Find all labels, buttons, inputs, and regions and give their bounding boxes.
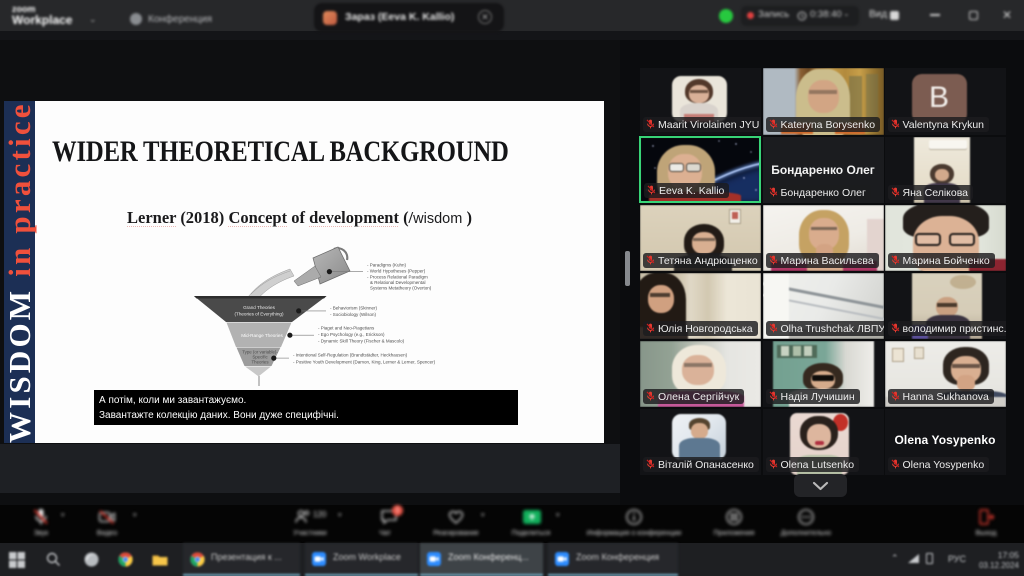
svg-text:- Intentional Self-Regulation: - Intentional Self-Regulation (Brandtstä… — [293, 353, 408, 358]
svg-text:- Sociobiology (Wilson): - Sociobiology (Wilson) — [330, 312, 377, 317]
svg-text:(Theories of Everything): (Theories of Everything) — [234, 312, 283, 317]
svg-text:- Process Relational Paradigm: - Process Relational Paradigm — [367, 275, 428, 280]
svg-text:- Ego Psychology (e.g., Ericks: - Ego Psychology (e.g., Erickson) — [318, 332, 385, 337]
svg-text:- Positive Youth Development (: - Positive Youth Development (Damon, Kin… — [293, 360, 436, 365]
svg-text:Systems Metatheory (Overton): Systems Metatheory (Overton) — [370, 286, 432, 291]
svg-text:Mid-Range Theories: Mid-Range Theories — [241, 333, 283, 338]
svg-text:- Paradigms (Kuhn): - Paradigms (Kuhn) — [367, 263, 407, 268]
svg-text:Grand Theories: Grand Theories — [243, 305, 276, 310]
svg-text:Theories: Theories — [251, 360, 269, 365]
svg-text:- Piaget and Neo-Piagetians: - Piaget and Neo-Piagetians — [318, 326, 375, 331]
svg-text:- World Hypotheses (Pepper): - World Hypotheses (Pepper) — [367, 269, 426, 274]
svg-text:- Dynamic Skill Theory (Fische: - Dynamic Skill Theory (Fischer & Mascol… — [318, 339, 405, 344]
svg-text:- Behaviorism (Skinner): - Behaviorism (Skinner) — [330, 306, 378, 311]
svg-text:& Relational Developmental: & Relational Developmental — [370, 280, 426, 285]
